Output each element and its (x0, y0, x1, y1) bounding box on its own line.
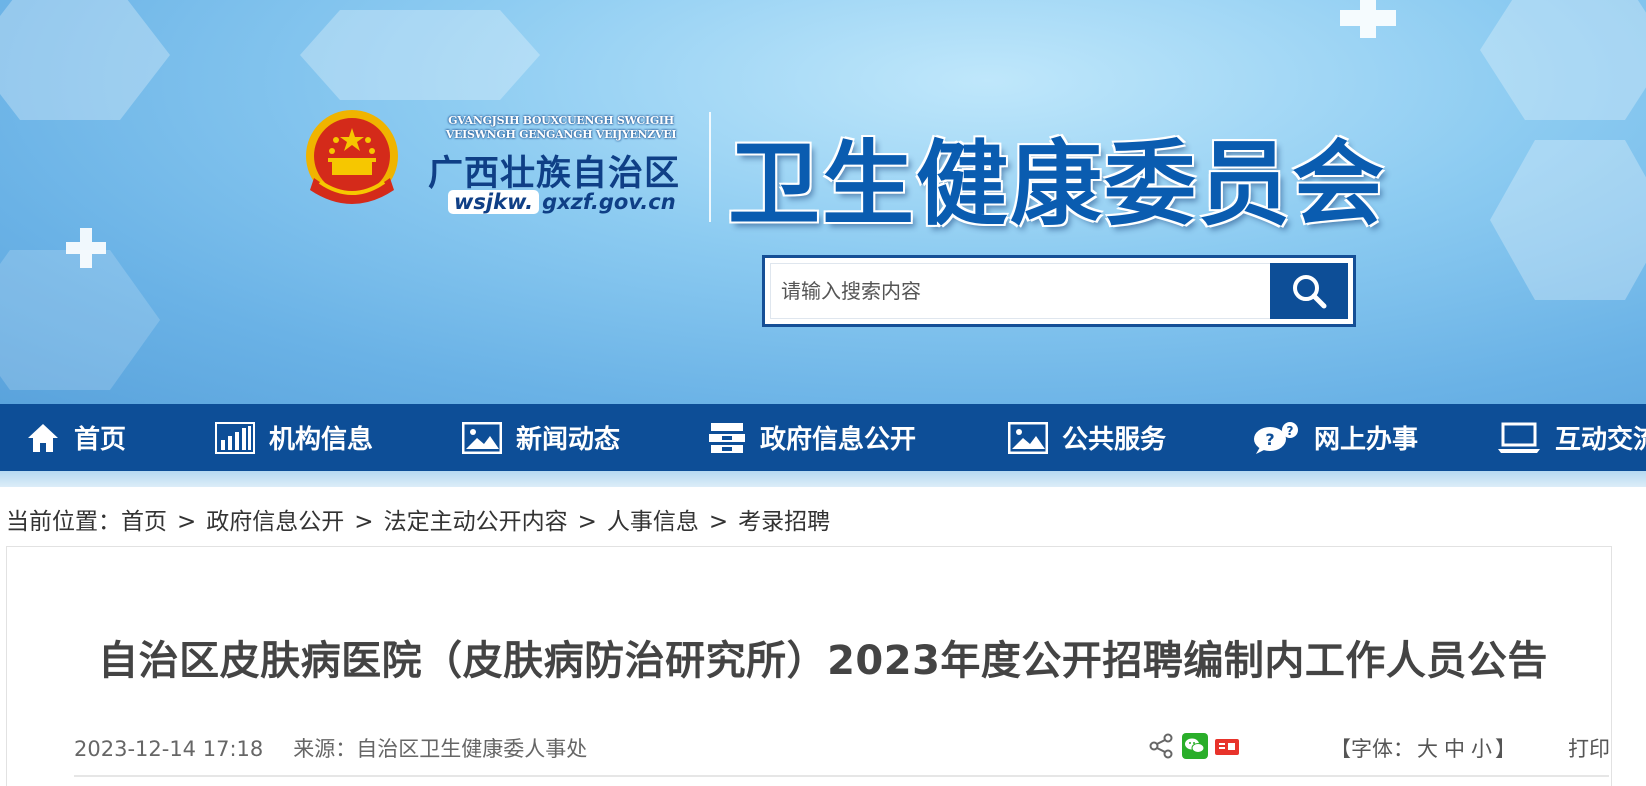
article-source-label: 来源： (293, 737, 357, 761)
hexagon-decoration (1480, 0, 1646, 120)
breadcrumb-item-gov-info[interactable]: 政府信息公开 (206, 509, 344, 535)
nav-item-home[interactable]: 首页 (26, 404, 126, 471)
breadcrumb-prefix: 当前位置： (6, 509, 121, 535)
logo-pinyin: GVANGJSIH BOUXCUENGH SWCIGIH VEISWNGH GE… (430, 114, 692, 142)
search-button[interactable] (1270, 263, 1348, 319)
breadcrumb-item-home[interactable]: 首页 (121, 509, 167, 535)
article-source: 自治区卫生健康委人事处 (356, 737, 588, 761)
chat-bubble-icon: ?? (1254, 421, 1298, 454)
hexagon-decoration (0, 250, 160, 390)
nav-item-label: 机构信息 (269, 425, 374, 455)
hexagon-decoration (1490, 140, 1646, 300)
bar-chart-icon (215, 421, 255, 454)
font-size-small[interactable]: 小 (1471, 737, 1492, 761)
wechat-icon[interactable] (1182, 733, 1208, 759)
breadcrumb-item-personnel[interactable]: 人事信息 (607, 509, 699, 535)
font-control-prefix: 【字体： (1330, 737, 1414, 761)
nav-item-organization[interactable]: 机构信息 (215, 404, 373, 471)
breadcrumb-separator: > (177, 509, 197, 535)
nav-item-gov-info[interactable]: 政府信息公开 (708, 404, 916, 471)
nav-item-label: 网上办事 (1314, 425, 1419, 455)
laptop-icon (1498, 422, 1540, 453)
share-icon[interactable] (1148, 733, 1174, 759)
print-button[interactable]: 打印 (1568, 733, 1610, 763)
logo-url: wsjkw. gxzf.gov.cn (448, 190, 676, 214)
font-size-medium[interactable]: 中 (1444, 737, 1465, 761)
nav-item-label: 政府信息公开 (760, 425, 917, 455)
article-title: 自治区皮肤病医院（皮肤病防治研究所）2023年度公开招聘编制内工作人员公告 (98, 638, 1548, 684)
logo-url-prefix: wsjkw. (448, 190, 540, 214)
home-icon (28, 423, 58, 452)
article-date: 2023-12-14 17:18 (74, 737, 264, 761)
image-icon (1008, 421, 1048, 454)
hexagon-decoration (0, 0, 170, 120)
hexagon-decoration (300, 10, 540, 100)
logo-divider (709, 112, 711, 222)
search-input[interactable] (770, 263, 1270, 319)
logo-url-domain: gxzf.gov.cn (542, 190, 676, 214)
logo-pinyin-line1: GVANGJSIH BOUXCUENGH SWCIGIH (448, 114, 674, 127)
font-size-control: 【字体：大中小】 (1330, 733, 1516, 763)
article-meta: 2023-12-14 17:18 来源：自治区卫生健康委人事处 (74, 733, 587, 763)
image-icon (462, 421, 502, 454)
font-control-suffix: 】 (1495, 737, 1516, 761)
nav-item-online-services[interactable]: ?? 网上办事 (1252, 404, 1418, 471)
meta-divider (74, 775, 1609, 777)
breadcrumb-separator: > (354, 509, 374, 535)
search-icon (1293, 275, 1327, 309)
nav-item-label: 互动交流 (1555, 425, 1646, 455)
nav-item-label: 公共服务 (1062, 425, 1167, 455)
breadcrumb-item-statutory[interactable]: 法定主动公开内容 (384, 509, 568, 535)
font-size-large[interactable]: 大 (1417, 737, 1438, 761)
nav-item-interaction[interactable]: 互动交流 (1497, 404, 1646, 471)
logo-region-name: 广西壮族自治区 (428, 153, 681, 194)
search-box (762, 255, 1356, 327)
breadcrumb-item-recruitment[interactable]: 考录招聘 (738, 509, 830, 535)
national-emblem-icon (306, 110, 398, 204)
nav-item-label: 新闻动态 (516, 425, 621, 455)
main-nav: 首页 机构信息 新闻动态 政府信息公开 公共服务 ?? 网上办事 互动交流 (0, 404, 1646, 471)
svg-text:?: ? (1287, 424, 1294, 438)
breadcrumb-separator: > (577, 509, 597, 535)
medical-cross-icon (1340, 0, 1396, 38)
nav-item-news[interactable]: 新闻动态 (462, 404, 620, 471)
cabinet-icon (709, 422, 745, 453)
toutiao-icon[interactable] (1214, 733, 1240, 759)
breadcrumb: 当前位置：首页 > 政府信息公开 > 法定主动公开内容 > 人事信息 > 考录招聘 (6, 502, 830, 536)
nav-underline-strip (0, 471, 1646, 487)
medical-cross-icon (66, 228, 106, 268)
logo-pinyin-line2: VEISWNGH GENGANGH VEIJYENZVEI (445, 128, 677, 141)
header-banner: GVANGJSIH BOUXCUENGH SWCIGIH VEISWNGH GE… (0, 0, 1646, 404)
svg-text:?: ? (1265, 430, 1274, 449)
breadcrumb-separator: > (708, 509, 729, 535)
nav-item-public-service[interactable]: 公共服务 (1008, 404, 1166, 471)
site-title[interactable]: 卫生健康委员会 (728, 110, 1386, 243)
nav-item-label: 首页 (74, 425, 127, 455)
